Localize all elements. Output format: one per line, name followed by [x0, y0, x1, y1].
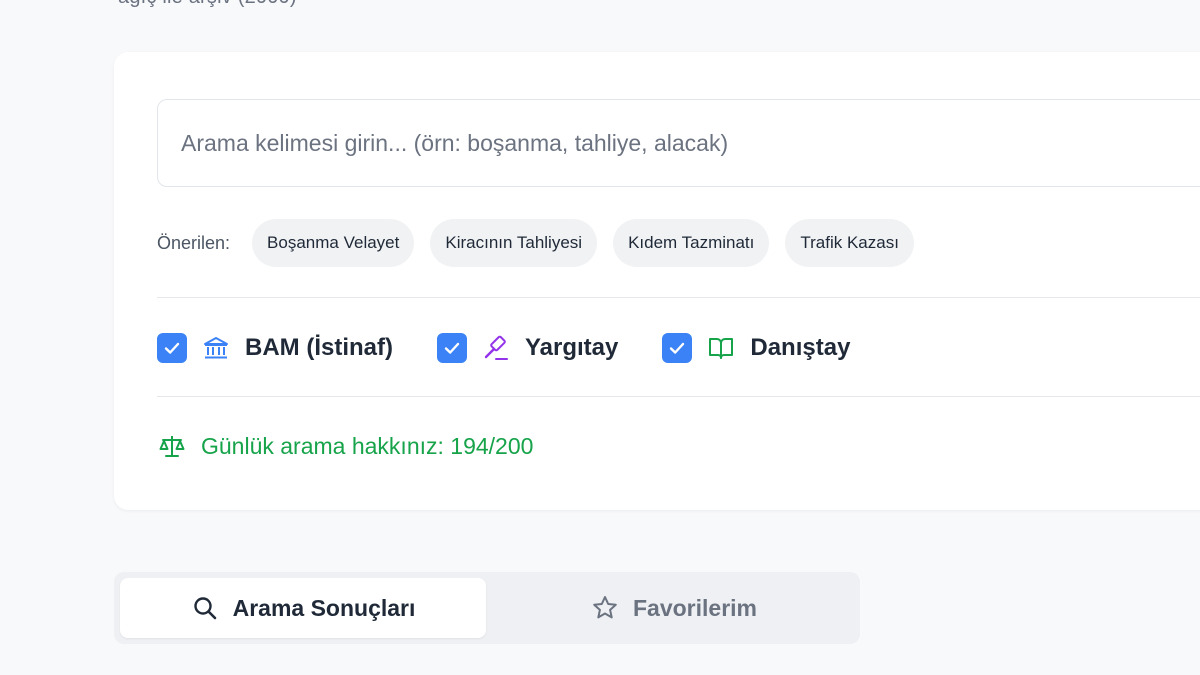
daily-quota: Günlük arama hakkınız: 194/200: [157, 430, 533, 462]
check-icon: [444, 342, 460, 354]
suggestion-chip-kidem-tazminati[interactable]: Kıdem Tazminatı: [613, 219, 770, 267]
suggestion-chip-trafik-kazasi[interactable]: Trafik Kazası: [785, 219, 914, 267]
filter-yargitay[interactable]: Yargıtay: [436, 333, 619, 363]
filter-bam-istinaf[interactable]: BAM (İstinaf): [157, 333, 393, 363]
results-tabs: Arama Sonuçları Favorilerim: [114, 572, 860, 644]
search-input[interactable]: [157, 99, 1200, 187]
search-icon: [191, 594, 219, 622]
page: ağıç ile arşiv (2000) Önerilen: Boşanma …: [0, 0, 1200, 675]
tab-label-favorites: Favorilerim: [633, 594, 757, 621]
tab-favorites[interactable]: Favorilerim: [494, 578, 854, 638]
yargitay-checkbox[interactable]: [436, 333, 467, 363]
quota-text: Günlük arama hakkınız: 194/200: [201, 432, 534, 459]
check-icon: [670, 342, 685, 354]
court-filters: BAM (İstinaf) Yargıtay Danıştay: [157, 330, 850, 366]
check-icon: [164, 342, 180, 354]
danistay-checkbox[interactable]: [662, 333, 693, 363]
filter-label-danistay: Danıştay: [750, 334, 851, 361]
suggestion-chip-kiracinin-tahliyesi[interactable]: Kiracının Tahliyesi: [430, 219, 598, 267]
filter-label-yargitay: Yargıtay: [524, 334, 619, 361]
filter-label-bam: BAM (İstinaf): [245, 334, 393, 361]
bank-building-icon: [201, 333, 231, 363]
tab-label-search-results: Arama Sonuçları: [232, 594, 416, 621]
star-icon: [591, 594, 619, 622]
scales-icon: [157, 431, 187, 461]
page-subtitle: ağıç ile arşiv (2000): [118, 0, 297, 9]
suggestions-label: Önerilen:: [157, 232, 231, 253]
open-book-icon: [706, 333, 736, 363]
suggestion-chip-bosanma-velayet[interactable]: Boşanma Velayet: [252, 219, 415, 267]
bam-checkbox[interactable]: [157, 333, 187, 363]
gavel-icon: [481, 333, 511, 363]
suggestions-row: Önerilen: Boşanma Velayet Kiracının Tahl…: [157, 219, 914, 267]
divider: [157, 396, 1200, 397]
tab-search-results[interactable]: Arama Sonuçları: [120, 578, 486, 638]
divider: [157, 297, 1200, 298]
filter-danistay[interactable]: Danıştay: [662, 333, 850, 363]
